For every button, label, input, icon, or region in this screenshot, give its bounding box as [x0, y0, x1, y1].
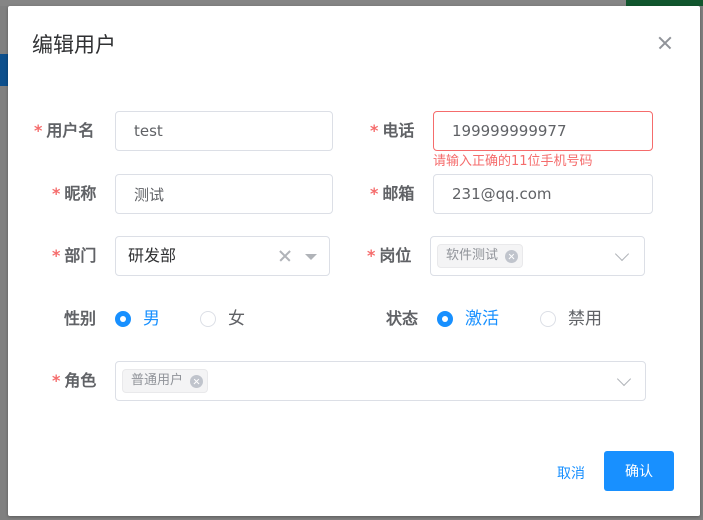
- phone-error-message: 请输入正确的11位手机号码: [433, 154, 593, 169]
- required-mark: *: [370, 184, 379, 203]
- email-input[interactable]: [433, 174, 653, 214]
- radio-circle[interactable]: [437, 311, 453, 327]
- gender-radio-male-label: 男: [143, 309, 160, 329]
- department-label-text: 部门: [64, 246, 97, 265]
- status-label: 状态: [386, 309, 419, 328]
- role-tag-label: 普通用户: [131, 373, 184, 388]
- position-label: * 岗位: [367, 245, 411, 267]
- gender-label: 性别: [64, 309, 97, 328]
- tag-close-icon[interactable]: [190, 375, 204, 388]
- role-label: * 角色: [52, 370, 96, 392]
- required-mark: *: [52, 184, 61, 203]
- role-label-text: 角色: [64, 371, 97, 390]
- email-label-text: 邮箱: [382, 184, 415, 203]
- radio-circle[interactable]: [200, 311, 216, 327]
- status-radio-active-label: 激活: [465, 309, 499, 329]
- phone-label: * 电话: [370, 120, 414, 142]
- position-label-text: 岗位: [379, 246, 412, 265]
- position-tag: 软件测试: [437, 244, 524, 268]
- caret-down-icon[interactable]: [305, 254, 317, 260]
- dialog-title: 编辑用户: [32, 33, 116, 57]
- nickname-label: * 昵称: [52, 183, 96, 205]
- department-label: * 部门: [52, 245, 96, 267]
- confirm-button[interactable]: 确认: [604, 451, 674, 491]
- edit-user-dialog: 编辑用户 *用户名 *电话 请输入正确的11位手机号码 *昵称 *邮箱 *部门 …: [8, 6, 700, 516]
- role-tag: 普通用户: [122, 369, 209, 393]
- department-select-value: 研发部: [128, 246, 177, 265]
- username-label: * 用户名: [34, 120, 94, 142]
- nickname-input[interactable]: [115, 174, 333, 214]
- phone-input[interactable]: [433, 111, 653, 151]
- required-mark: *: [52, 246, 61, 265]
- role-select[interactable]: 普通用户: [115, 361, 646, 401]
- department-select[interactable]: 研发部: [115, 236, 330, 276]
- chevron-down-icon[interactable]: [616, 371, 632, 387]
- close-icon[interactable]: [654, 32, 676, 54]
- cancel-button[interactable]: 取消: [544, 458, 598, 488]
- radio-circle[interactable]: [115, 311, 131, 327]
- clear-icon[interactable]: [278, 249, 292, 263]
- required-mark: *: [52, 371, 61, 390]
- username-label-text: 用户名: [46, 121, 95, 140]
- phone-label-text: 电话: [382, 121, 415, 140]
- nickname-label-text: 昵称: [64, 184, 97, 203]
- position-select[interactable]: 软件测试: [430, 236, 645, 276]
- chevron-down-icon[interactable]: [614, 246, 630, 262]
- required-mark: *: [370, 121, 379, 140]
- required-mark: *: [367, 246, 376, 265]
- gender-radio-female-label: 女: [228, 309, 245, 329]
- tag-close-icon[interactable]: [505, 250, 519, 263]
- radio-circle[interactable]: [540, 311, 556, 327]
- status-radio-disabled-label: 禁用: [568, 309, 602, 329]
- username-input[interactable]: [115, 111, 333, 151]
- position-tag-label: 软件测试: [446, 248, 499, 263]
- email-label: * 邮箱: [370, 183, 414, 205]
- required-mark: *: [34, 121, 43, 140]
